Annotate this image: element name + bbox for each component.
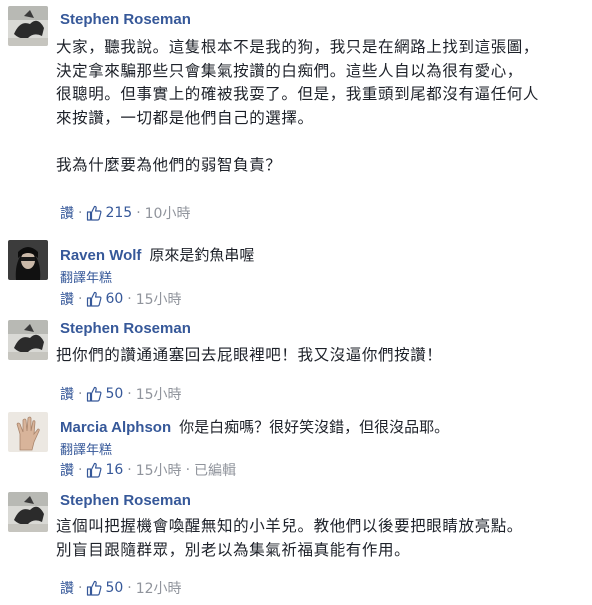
like-button[interactable]: 讚 bbox=[60, 578, 74, 598]
avatar-marcia-alphson[interactable] bbox=[8, 412, 48, 452]
comment-2: Raven Wolf 原來是釣魚串喔 翻譯年糕 讚 · 60 · 15小時 bbox=[0, 230, 592, 316]
comment-4: Marcia Alphson 你是白痴嗎？很好笑沒錯，但很沒品耶。 翻譯年糕 讚 … bbox=[0, 404, 592, 488]
separator: · bbox=[136, 205, 141, 221]
comment-text: 原來是釣魚串喔 bbox=[149, 246, 255, 264]
comment-line: 把你們的讚通通塞回去屁眼裡吧！我又沒逼你們按讚！ bbox=[56, 346, 443, 364]
edited-label[interactable]: 已編輯 bbox=[194, 460, 236, 480]
author-name: Marcia Alphson 你是白痴嗎？很好笑沒錯，但很沒品耶。 bbox=[60, 416, 449, 437]
separator: · bbox=[78, 580, 83, 596]
separator: · bbox=[127, 386, 132, 402]
avatar-stephen-roseman[interactable] bbox=[8, 6, 48, 46]
author-name[interactable]: Stephen Roseman bbox=[60, 11, 191, 28]
separator: · bbox=[127, 291, 132, 307]
like-button[interactable]: 讚 bbox=[60, 460, 74, 480]
separator: · bbox=[127, 580, 132, 596]
comment-3: Stephen Roseman 把你們的讚通通塞回去屁眼裡吧！我又沒逼你們按讚！… bbox=[0, 316, 592, 404]
timestamp[interactable]: 10小時 bbox=[145, 203, 191, 223]
author-name[interactable]: Stephen Roseman bbox=[60, 320, 191, 337]
thumbs-up-icon[interactable] bbox=[86, 580, 102, 596]
comment-actions: 讚 · 16 · 15小時 · 已編輯 bbox=[60, 461, 236, 479]
separator: · bbox=[127, 462, 132, 478]
comment-body: 把你們的讚通通塞回去屁眼裡吧！我又沒逼你們按讚！ bbox=[56, 344, 592, 368]
avatar-raven-wolf[interactable] bbox=[8, 240, 48, 280]
avatar-stephen-roseman[interactable] bbox=[8, 320, 48, 360]
like-count[interactable]: 60 bbox=[105, 291, 123, 307]
comment-actions: 讚 · 215 · 10小時 bbox=[60, 204, 190, 222]
comment-line: 大家，聽我說。這隻根本不是我的狗，我只是在網路上找到這張圖， bbox=[56, 38, 540, 56]
thumbs-up-icon[interactable] bbox=[86, 462, 102, 478]
author-name[interactable]: Stephen Roseman bbox=[60, 492, 191, 509]
comment-line: 這個叫把握機會喚醒無知的小羊兒。教他們以後要把眼睛放亮點。 bbox=[56, 517, 523, 535]
timestamp[interactable]: 15小時 bbox=[136, 384, 182, 404]
avatar-stephen-roseman[interactable] bbox=[8, 492, 48, 532]
like-count[interactable]: 16 bbox=[105, 462, 123, 478]
comment-line: 很聰明。但事實上的確被我耍了。但是，我重頭到尾都沒有逼任何人 bbox=[56, 85, 540, 103]
author-name: Raven Wolf 原來是釣魚串喔 bbox=[60, 244, 254, 265]
timestamp[interactable]: 15小時 bbox=[136, 289, 182, 309]
separator: · bbox=[185, 462, 191, 478]
translate-link[interactable]: 翻譯年糕 bbox=[60, 267, 112, 286]
separator: · bbox=[78, 386, 83, 402]
separator: · bbox=[78, 462, 83, 478]
like-count[interactable]: 50 bbox=[105, 386, 123, 402]
thumbs-up-icon[interactable] bbox=[86, 291, 102, 307]
comment-actions: 讚 · 60 · 15小時 bbox=[60, 290, 182, 308]
timestamp[interactable]: 12小時 bbox=[136, 578, 182, 598]
comment-line: 來按讚，一切都是他們自己的選擇。 bbox=[56, 108, 314, 127]
like-count[interactable]: 215 bbox=[105, 205, 132, 221]
comment-line: 我為什麼要為他們的弱智負責？ bbox=[56, 155, 282, 174]
comment-body: 大家，聽我說。這隻根本不是我的狗，我只是在網路上找到這張圖， 決定拿來騙那些只會… bbox=[56, 36, 592, 177]
like-button[interactable]: 讚 bbox=[60, 289, 74, 309]
author-link[interactable]: Marcia Alphson bbox=[60, 419, 171, 436]
comment-line: 決定拿來騙那些只會集氣按讚的白痴們。這些人自以為很有愛心， bbox=[56, 61, 523, 80]
separator: · bbox=[78, 291, 83, 307]
timestamp[interactable]: 15小時 bbox=[136, 460, 182, 480]
translate-link[interactable]: 翻譯年糕 bbox=[60, 439, 112, 458]
comment-5: Stephen Roseman 這個叫把握機會喚醒無知的小羊兒。教他們以後要把眼… bbox=[0, 488, 592, 605]
comment-1: Stephen Roseman 大家，聽我說。這隻根本不是我的狗，我只是在網路上… bbox=[0, 0, 592, 230]
separator: · bbox=[78, 205, 83, 221]
author-link[interactable]: Raven Wolf bbox=[60, 247, 141, 264]
like-button[interactable]: 讚 bbox=[60, 384, 74, 404]
like-button[interactable]: 讚 bbox=[60, 203, 74, 223]
comment-text: 你是白痴嗎？很好笑沒錯，但很沒品耶。 bbox=[179, 418, 450, 436]
comment-body: 這個叫把握機會喚醒無知的小羊兒。教他們以後要把眼睛放亮點。 別盲目跟隨群眾，別老… bbox=[56, 515, 592, 562]
thumbs-up-icon[interactable] bbox=[86, 205, 102, 221]
thumbs-up-icon[interactable] bbox=[86, 386, 102, 402]
comment-actions: 讚 · 50 · 12小時 bbox=[60, 579, 182, 597]
comment-actions: 讚 · 50 · 15小時 bbox=[60, 385, 182, 403]
comment-line bbox=[56, 130, 592, 154]
like-count[interactable]: 50 bbox=[105, 580, 123, 596]
comment-line: 別盲目跟隨群眾，別老以為集氣祈福真能有作用。 bbox=[56, 540, 411, 559]
